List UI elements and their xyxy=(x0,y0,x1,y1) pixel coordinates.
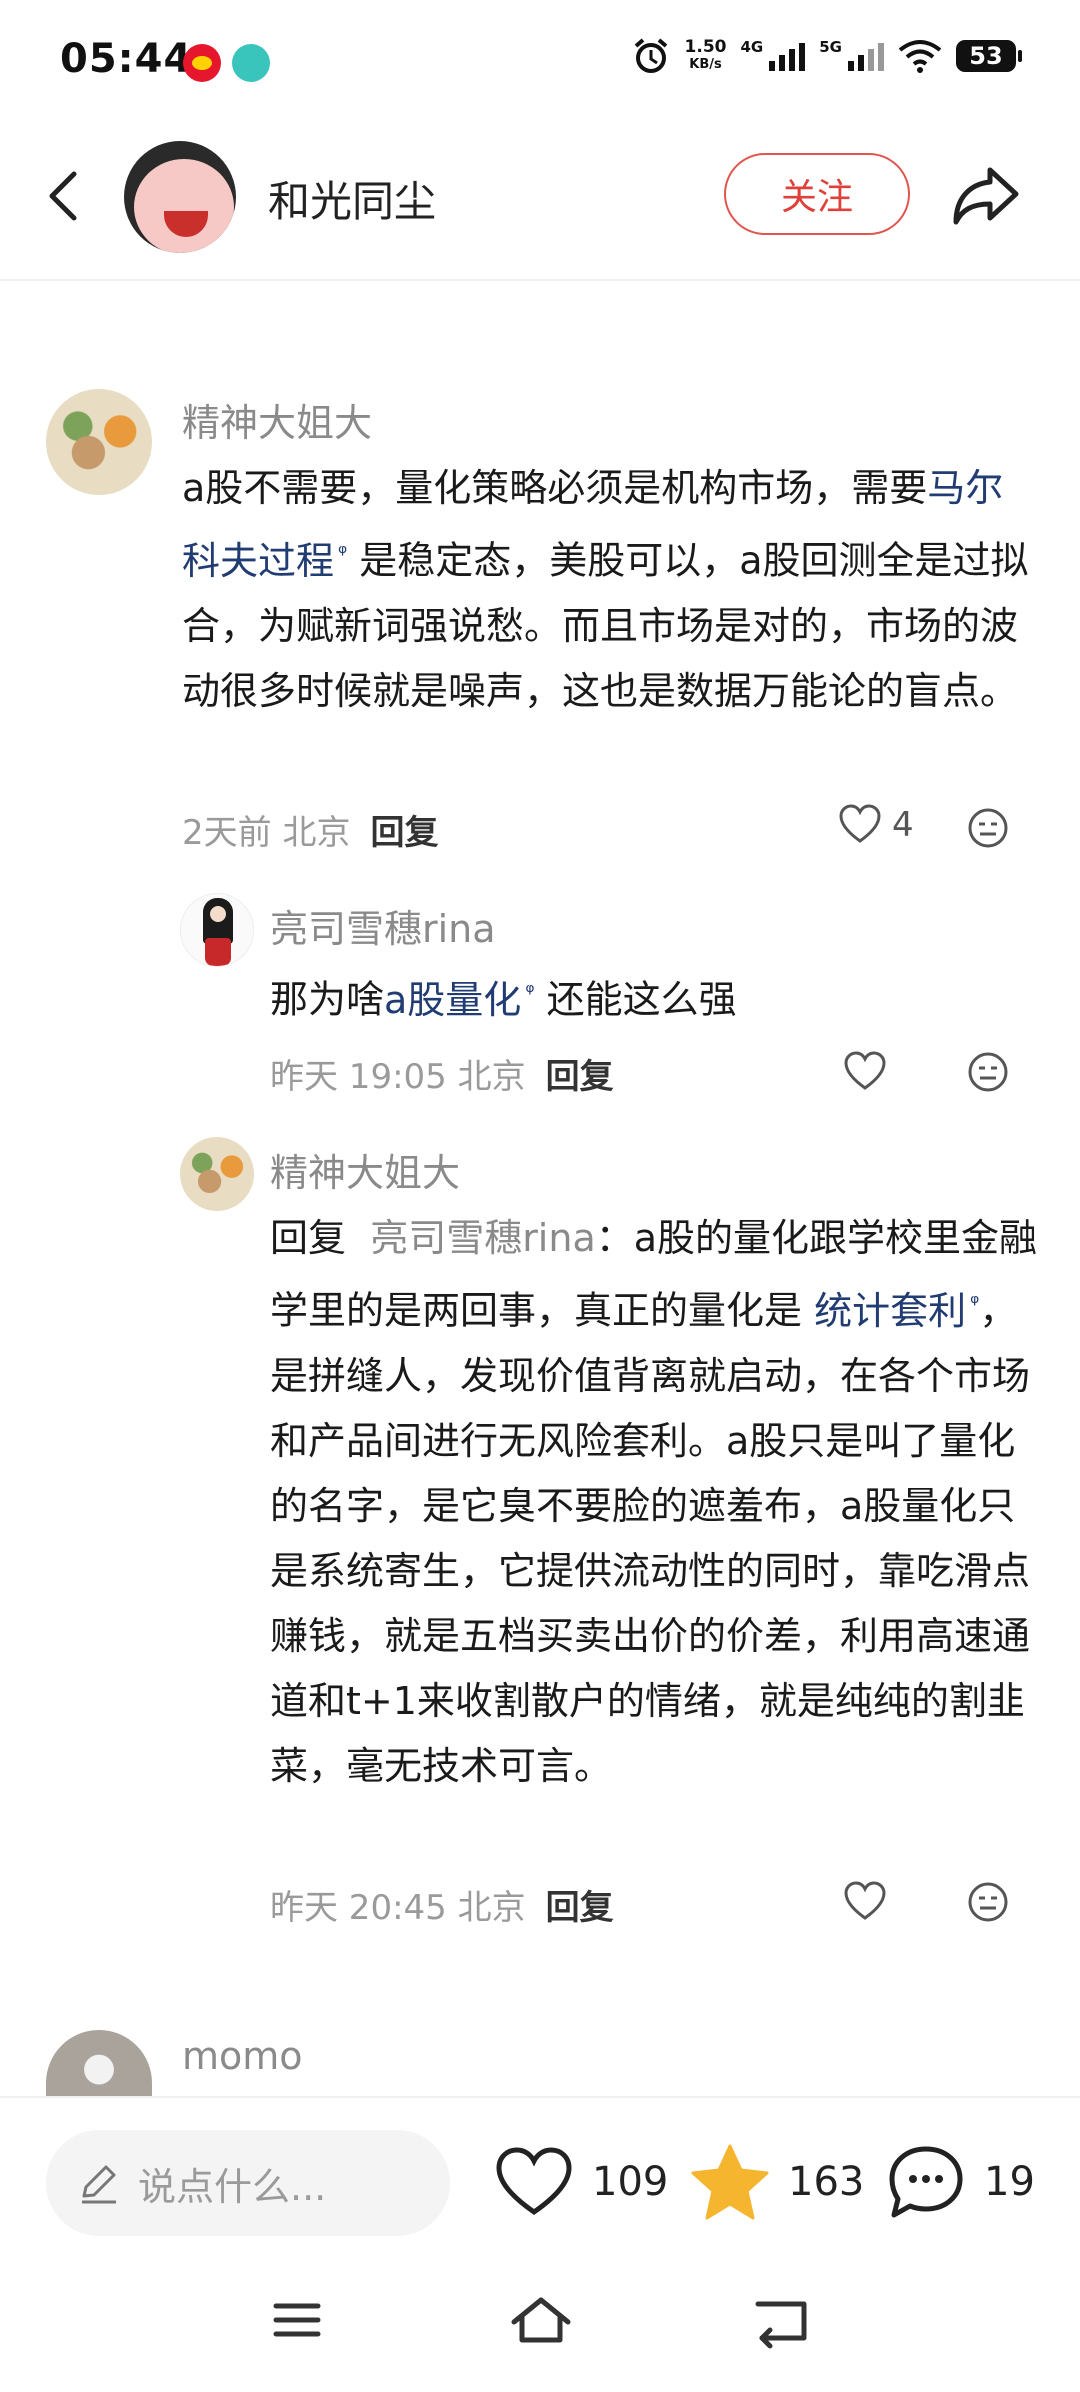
pencil-icon xyxy=(82,2165,116,2204)
comment-button[interactable]: 19 xyxy=(886,2140,1035,2224)
comment-meta: 昨天 19:05 北京 xyxy=(270,1057,526,1097)
back-nav-icon[interactable] xyxy=(746,2290,816,2350)
emoji-react-icon[interactable] xyxy=(966,806,1010,850)
signal-4g-label: 4G xyxy=(740,38,764,56)
commenter-avatar[interactable] xyxy=(46,389,152,495)
follow-button[interactable]: 关注 xyxy=(724,153,910,235)
reply-button[interactable]: 回复 xyxy=(370,805,438,854)
commenter-avatar[interactable] xyxy=(180,893,254,967)
signal-bars-5g-icon xyxy=(848,41,884,71)
header-divider xyxy=(0,279,1080,281)
comment-input[interactable]: 说点什么... xyxy=(46,2130,450,2236)
status-time: 05:44 xyxy=(60,36,193,82)
author-name[interactable]: 和光同尘 xyxy=(268,168,436,229)
heart-icon xyxy=(496,2147,572,2216)
search-icon: ᵠ xyxy=(338,541,348,566)
comment-count: 19 xyxy=(984,2159,1035,2205)
status-indicators: 1.50 KB/s 4G 5G 53 xyxy=(631,36,1022,76)
wifi-icon xyxy=(898,40,942,73)
commenter-name[interactable]: 精神大姐大 xyxy=(270,1142,460,1197)
like-count: 4 xyxy=(892,805,914,845)
favorite-count: 163 xyxy=(788,2159,865,2205)
commenter-name[interactable]: 亮司雪穗rina xyxy=(270,898,496,953)
commenter-avatar[interactable] xyxy=(180,1137,254,1211)
commenter-avatar[interactable] xyxy=(46,2030,152,2096)
battery-icon: 53 xyxy=(956,40,1022,72)
back-arrow-icon[interactable] xyxy=(36,166,96,226)
topic-link[interactable]: a股量化 ᵠ xyxy=(384,978,534,1022)
weibo-app-icon xyxy=(183,44,221,82)
emoji-react-icon[interactable] xyxy=(966,1880,1010,1924)
heart-icon[interactable] xyxy=(843,1880,887,1924)
share-icon[interactable] xyxy=(950,162,1022,228)
bottom-divider xyxy=(0,2096,1080,2098)
comment-meta-row: 昨天 19:05 北京 回复 xyxy=(270,1049,614,1098)
comment-input-placeholder: 说点什么... xyxy=(138,2164,327,2209)
like-button[interactable]: 109 xyxy=(494,2140,668,2224)
comment-bubble-icon xyxy=(889,2146,963,2218)
home-icon[interactable] xyxy=(506,2290,576,2350)
author-avatar[interactable] xyxy=(124,141,236,253)
alarm-icon xyxy=(634,38,667,73)
miku-app-icon xyxy=(232,44,270,82)
reply-button[interactable]: 回复 xyxy=(546,1049,614,1098)
reply-button[interactable]: 回复 xyxy=(546,1880,614,1929)
star-icon xyxy=(691,2144,769,2220)
heart-icon xyxy=(839,804,881,843)
search-icon: ᵠ xyxy=(970,1291,980,1316)
comment-meta-row: 2天前 北京 回复 xyxy=(182,805,438,854)
comment-text: 那为啥a股量化 ᵠ 还能这么强 xyxy=(270,977,737,1022)
comment-meta: 2天前 北京 xyxy=(182,813,351,853)
comment-text: 回复 亮司雪穗rina：a股的量化跟学校里金融学里的是两回事，真正的量化是 统计… xyxy=(270,1216,1038,1788)
net-speed: 1.50 KB/s xyxy=(684,37,727,72)
emoji-react-icon[interactable] xyxy=(966,1050,1010,1094)
search-icon: ᵠ xyxy=(525,980,535,1005)
comment-like-button[interactable]: 4 xyxy=(838,803,914,847)
signal-5g-label: 5G xyxy=(819,38,842,56)
topic-link[interactable]: 统计套利 ᵠ xyxy=(814,1289,979,1333)
signal-bars-icon xyxy=(769,41,806,71)
heart-icon[interactable] xyxy=(843,1050,887,1094)
comment-text: a股不需要，量化策略必须是机构市场，需要马尔科夫过程 ᵠ 是稳定态，美股可以，a股… xyxy=(182,466,1029,713)
comment-meta: 昨天 20:45 北京 xyxy=(270,1888,526,1928)
commenter-name[interactable]: momo xyxy=(182,2034,303,2078)
like-count: 109 xyxy=(592,2159,669,2205)
commenter-name[interactable]: 精神大姐大 xyxy=(182,392,372,447)
favorite-button[interactable]: 163 xyxy=(690,2140,864,2224)
menu-icon[interactable] xyxy=(262,2290,332,2350)
mention-link[interactable]: 亮司雪穗rina xyxy=(370,1216,596,1260)
comment-meta-row: 昨天 20:45 北京 回复 xyxy=(270,1880,614,1929)
